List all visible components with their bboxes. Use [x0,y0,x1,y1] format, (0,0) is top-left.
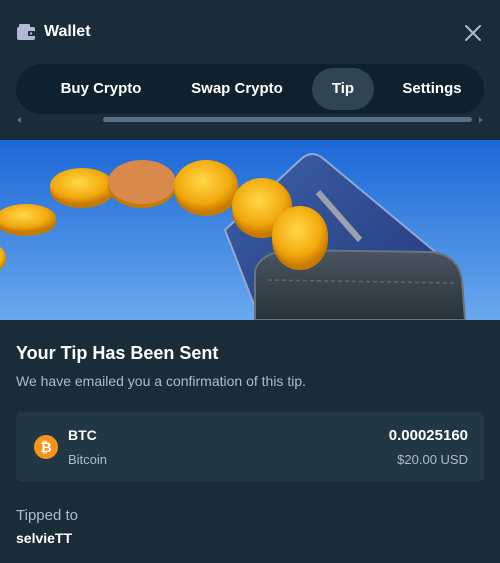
close-icon[interactable] [464,24,482,42]
confirmation-subtitle: We have emailed you a confirmation of th… [16,373,307,389]
svg-text:₿: ₿ [40,439,51,455]
wallet-icon [17,24,35,40]
transaction-card: ₿ BTC Bitcoin 0.00025160 $20.00 USD [16,412,484,482]
confirmation-title: Your Tip Has Been Sent [16,343,219,363]
coin-symbol: BTC [68,427,97,443]
tip-sent-banner [0,140,500,320]
wallet-header: Wallet [0,0,500,64]
tab-settings[interactable]: Settings [386,68,478,110]
tabs-scrollbar[interactable] [103,117,472,122]
tab-bar: Buy Crypto Swap Crypto Tip Settings [16,64,484,114]
bitcoin-icon: ₿ [34,435,58,459]
tab-buy-crypto[interactable]: Buy Crypto [46,68,156,110]
fiat-amount: $20.00 USD [397,452,468,467]
scroll-left-arrow-icon[interactable] [16,117,22,123]
crypto-amount: 0.00025160 [388,427,468,444]
tab-swap-crypto[interactable]: Swap Crypto [176,68,298,110]
tab-tip[interactable]: Tip [312,68,374,110]
recipient-username: selvieTT [16,530,73,546]
modal-title: Wallet [44,23,91,40]
scroll-right-arrow-icon[interactable] [478,117,484,123]
recipient-label: Tipped to [16,507,78,524]
coin-name: Bitcoin [68,452,108,467]
